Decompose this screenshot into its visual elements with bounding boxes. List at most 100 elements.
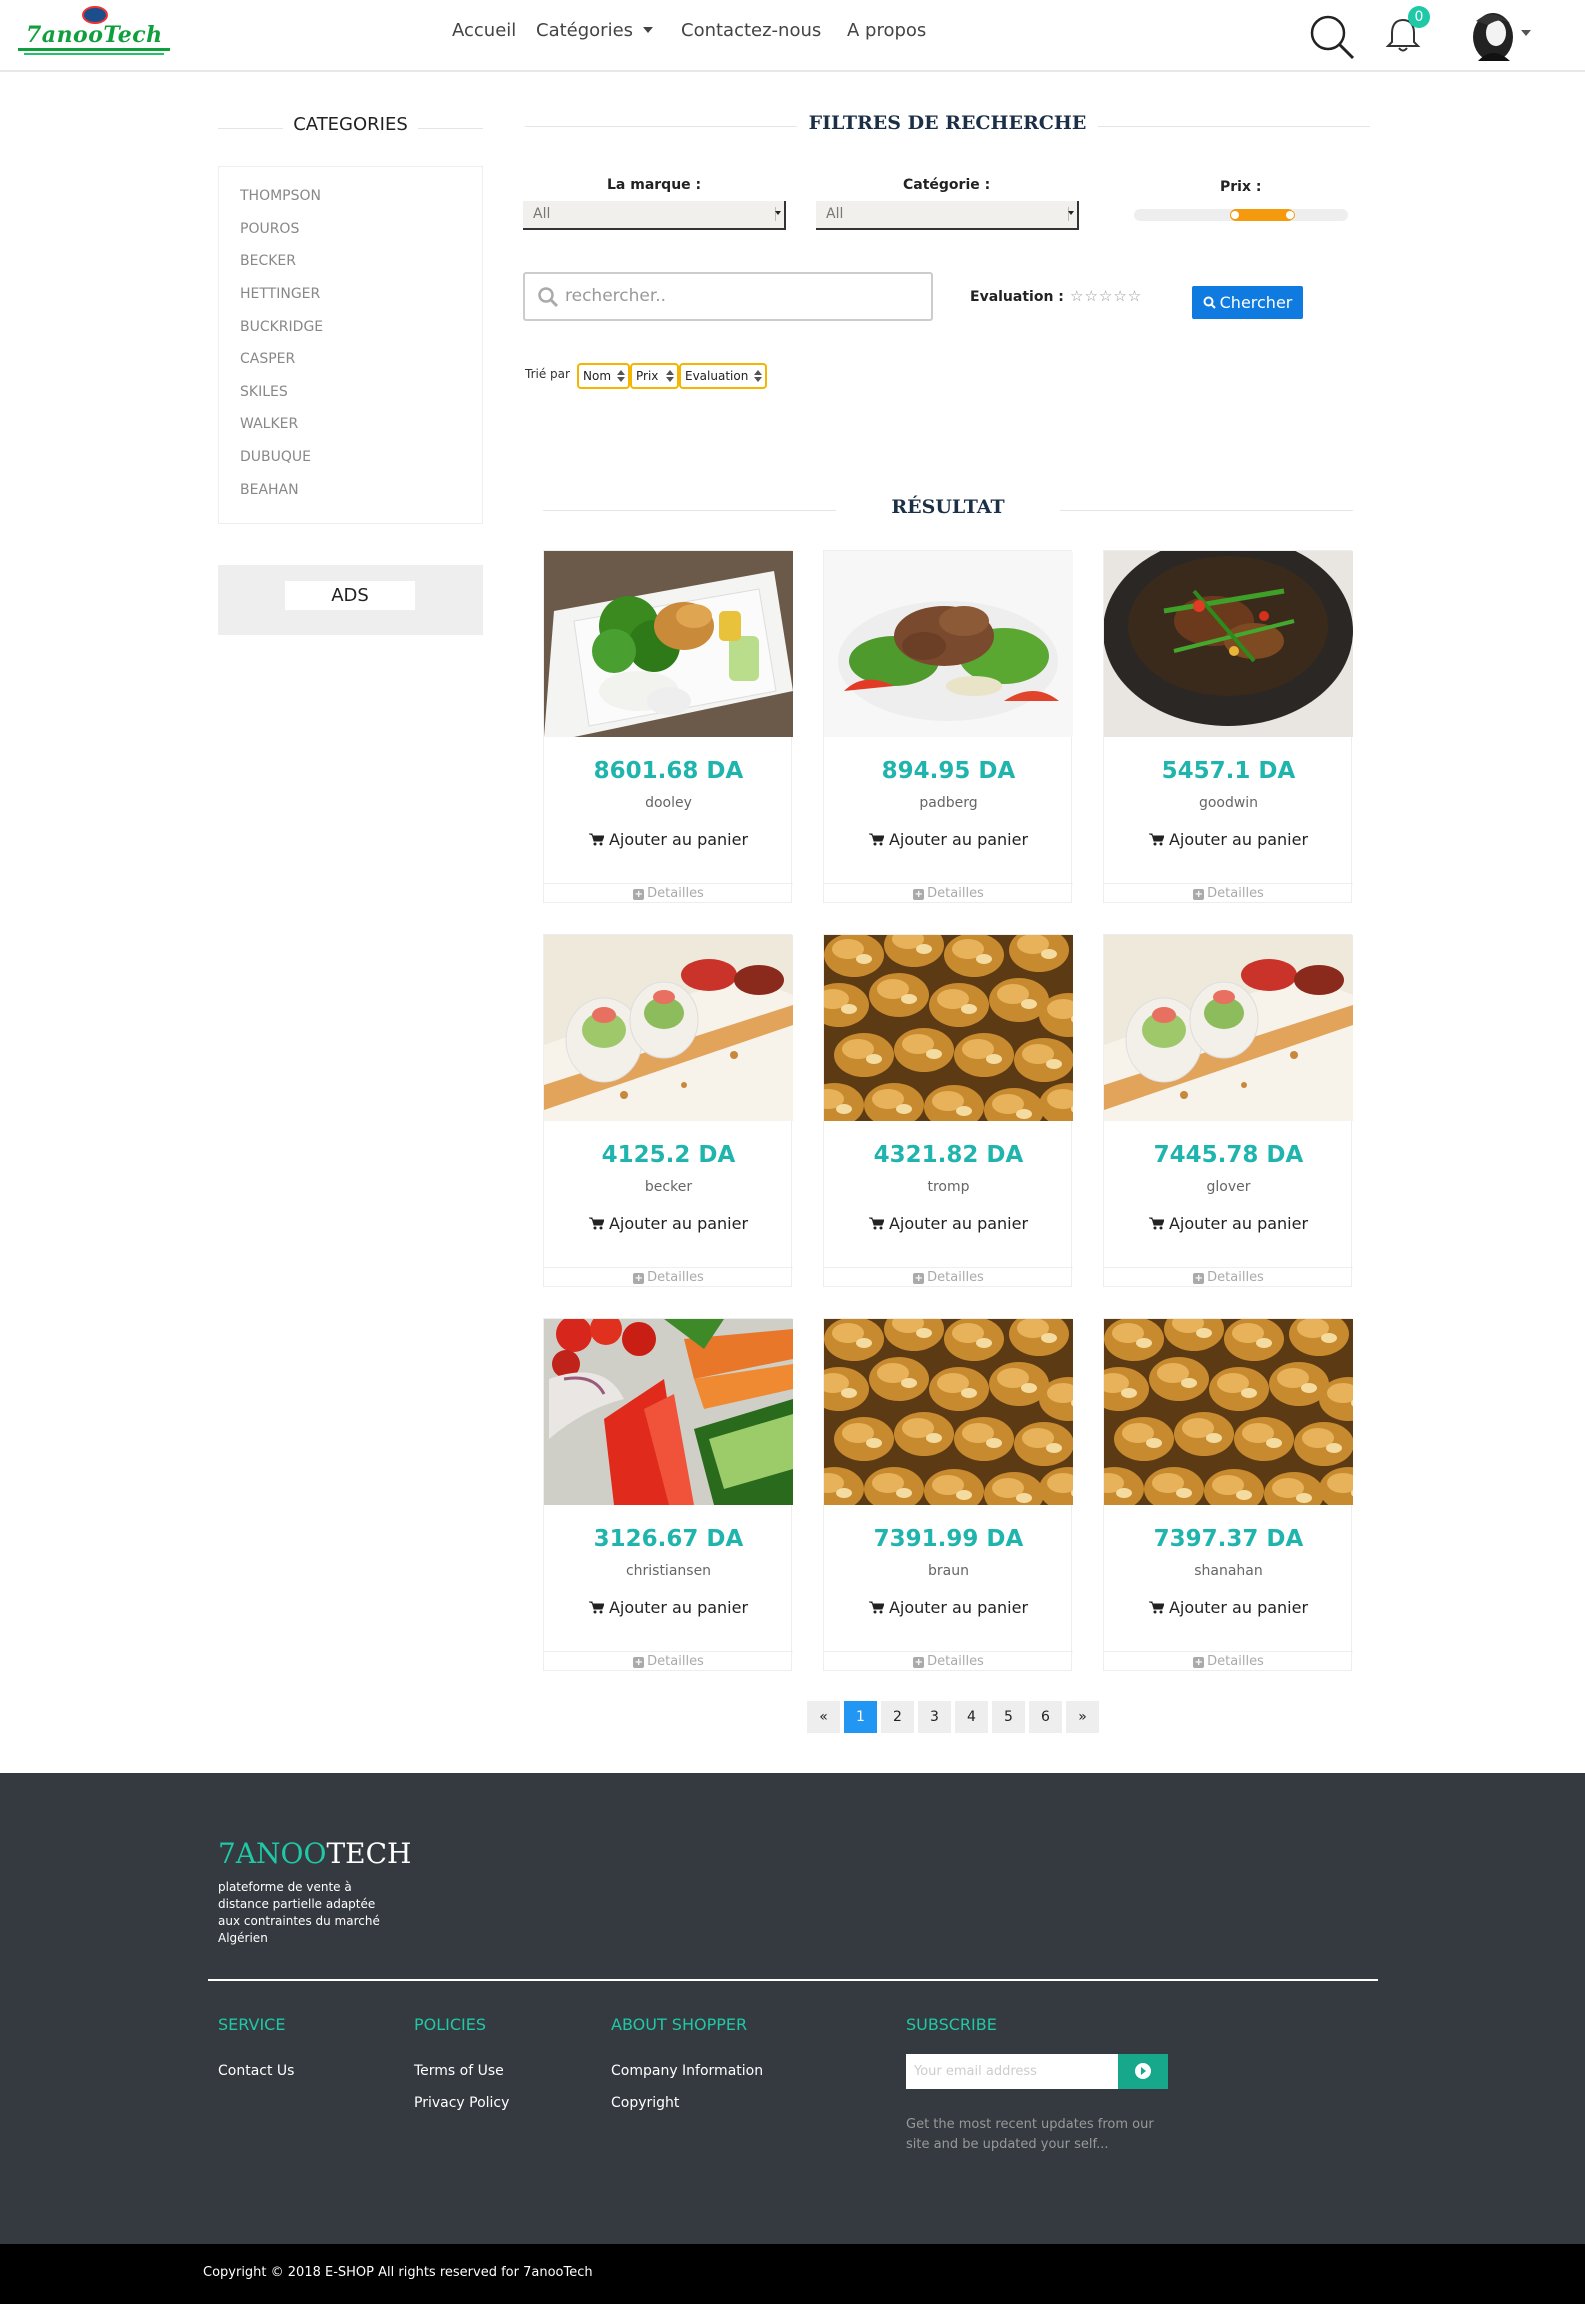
brand-select[interactable]: All — [523, 201, 786, 230]
brand-logo-text: 7anooTech — [26, 22, 163, 48]
pagination-prev[interactable]: « — [807, 1701, 840, 1733]
category-item[interactable]: POUROS — [240, 221, 299, 237]
add-to-cart-button[interactable]: Ajouter au panier — [824, 830, 1073, 849]
category-item[interactable]: BUCKRIDGE — [240, 319, 323, 335]
product-image[interactable] — [544, 935, 793, 1121]
product-card[interactable]: 8601.68 DA dooley Ajouter au panier + Detail… — [543, 550, 793, 903]
add-to-cart-button[interactable]: Ajouter au panier — [544, 1214, 793, 1233]
product-card[interactable]: 5457.1 DA goodwin Ajouter au panier + Detail… — [1103, 550, 1353, 903]
category-select[interactable]: All — [816, 201, 1079, 230]
avatar[interactable] — [1470, 11, 1516, 63]
category-item[interactable]: DUBUQUE — [240, 449, 311, 465]
sort-by-evaluation[interactable]: Evaluation — [679, 363, 767, 389]
product-card[interactable]: 4321.82 DA tromp Ajouter au panier + Detaill… — [823, 934, 1073, 1287]
product-card[interactable]: 7391.99 DA braun Ajouter au panier + Detaill… — [823, 1318, 1073, 1671]
product-card[interactable]: 4125.2 DA becker Ajouter au panier + Detaill… — [543, 934, 793, 1287]
details-link[interactable]: + Detailles — [544, 1267, 793, 1287]
product-image-wrap[interactable] — [544, 1319, 793, 1505]
product-image-wrap[interactable] — [824, 1319, 1073, 1505]
subscribe-email-input[interactable]: Your email address — [906, 2054, 1118, 2089]
price-slider[interactable] — [1134, 209, 1348, 221]
details-link[interactable]: + Detailles — [1104, 1267, 1353, 1287]
product-image-wrap[interactable] — [1104, 551, 1353, 737]
details-link[interactable]: + Detailles — [544, 883, 793, 903]
evaluation-label: Evaluation : — [970, 289, 1064, 305]
add-to-cart-button[interactable]: Ajouter au panier — [824, 1598, 1073, 1617]
rating-stars[interactable]: ☆☆☆☆☆ — [1070, 287, 1142, 305]
product-card[interactable]: 894.95 DA padberg Ajouter au panier + Detail… — [823, 550, 1073, 903]
pagination-page[interactable]: 1 — [844, 1701, 877, 1733]
caret-down-icon[interactable] — [1521, 30, 1531, 36]
details-link[interactable]: + Detailles — [824, 1651, 1073, 1671]
details-link[interactable]: + Detailles — [544, 1651, 793, 1671]
product-image-wrap[interactable] — [824, 551, 1073, 737]
product-image[interactable] — [824, 935, 1073, 1121]
brand-logo[interactable]: 7anooTech — [16, 6, 172, 58]
add-to-cart-button[interactable]: Ajouter au panier — [1104, 830, 1353, 849]
product-image[interactable] — [824, 1319, 1073, 1505]
top-navbar: 7anooTech Accueil Catégories Contactez-n… — [0, 0, 1585, 72]
product-image[interactable] — [824, 551, 1073, 737]
details-link[interactable]: + Detailles — [824, 883, 1073, 903]
category-item[interactable]: BEAHAN — [240, 482, 299, 498]
nav-accueil[interactable]: Accueil — [452, 20, 516, 41]
cart-icon — [868, 1217, 884, 1230]
product-image-wrap[interactable] — [544, 935, 793, 1121]
product-card[interactable]: 7397.37 DA shanahan Ajouter au panier + Deta… — [1103, 1318, 1353, 1671]
product-card[interactable]: 3126.67 DA christiansen Ajouter au panier +… — [543, 1318, 793, 1671]
search-placeholder: rechercher.. — [565, 286, 667, 306]
details-link[interactable]: + Detailles — [1104, 883, 1353, 903]
details-link[interactable]: + Detailles — [1104, 1651, 1353, 1671]
nav-apropos[interactable]: A propos — [847, 20, 926, 41]
search-icon[interactable] — [1308, 13, 1356, 61]
pagination-page[interactable]: 5 — [992, 1701, 1025, 1733]
subscribe-button[interactable] — [1118, 2054, 1168, 2089]
category-item[interactable]: SKILES — [240, 384, 288, 400]
footer-link-company[interactable]: Company Information — [611, 2063, 763, 2079]
footer-link-privacy[interactable]: Privacy Policy — [414, 2095, 509, 2111]
subscribe-note: Get the most recent updates from our sit… — [906, 2117, 1154, 2152]
cart-icon — [588, 833, 604, 846]
search-icon — [538, 287, 559, 308]
search-button[interactable]: Chercher — [1192, 286, 1303, 319]
details-link[interactable]: + Detailles — [824, 1267, 1073, 1287]
nav-contact[interactable]: Contactez-nous — [681, 20, 821, 41]
category-item[interactable]: CASPER — [240, 351, 295, 367]
product-image-wrap[interactable] — [824, 935, 1073, 1121]
price-slider-max-handle[interactable] — [1284, 210, 1295, 220]
footer-link-terms[interactable]: Terms of Use — [414, 2063, 504, 2079]
category-item[interactable]: HETTINGER — [240, 286, 320, 302]
add-to-cart-button[interactable]: Ajouter au panier — [1104, 1214, 1353, 1233]
footer-brand-part2: TECH — [326, 1837, 412, 1870]
add-to-cart-button[interactable]: Ajouter au panier — [544, 1598, 793, 1617]
pagination-page[interactable]: 2 — [881, 1701, 914, 1733]
add-to-cart-button[interactable]: Ajouter au panier — [544, 830, 793, 849]
footer-link-copyright[interactable]: Copyright — [611, 2095, 679, 2111]
product-image[interactable] — [544, 1319, 793, 1505]
pagination-page[interactable]: 3 — [918, 1701, 951, 1733]
product-price: 3126.67 DA — [593, 1526, 744, 1552]
category-item[interactable]: BECKER — [240, 253, 296, 269]
category-item[interactable]: WALKER — [240, 416, 298, 432]
sort-by-name[interactable]: Nom — [577, 363, 630, 389]
details-label: Detailles — [927, 886, 984, 901]
sort-by-price[interactable]: Prix — [630, 363, 679, 389]
product-card[interactable]: 7445.78 DA glover Ajouter au panier + Detail… — [1103, 934, 1353, 1287]
pagination-page[interactable]: 6 — [1029, 1701, 1062, 1733]
footer-divider — [208, 1979, 1378, 1981]
pagination-next[interactable]: » — [1066, 1701, 1099, 1733]
product-image[interactable] — [1104, 935, 1353, 1121]
footer-link-contact[interactable]: Contact Us — [218, 2063, 294, 2079]
product-image-wrap[interactable] — [544, 551, 793, 737]
category-item[interactable]: THOMPSON — [240, 188, 321, 204]
product-image-wrap[interactable] — [1104, 935, 1353, 1121]
add-to-cart-button[interactable]: Ajouter au panier — [1104, 1598, 1353, 1617]
search-input[interactable]: rechercher.. — [523, 272, 933, 321]
product-image-wrap[interactable] — [1104, 1319, 1353, 1505]
nav-categories-dropdown[interactable]: Catégories — [536, 20, 654, 41]
product-image[interactable] — [544, 551, 793, 737]
pagination-page[interactable]: 4 — [955, 1701, 988, 1733]
add-to-cart-button[interactable]: Ajouter au panier — [824, 1214, 1073, 1233]
product-image[interactable] — [1104, 551, 1353, 737]
product-image[interactable] — [1104, 1319, 1353, 1505]
